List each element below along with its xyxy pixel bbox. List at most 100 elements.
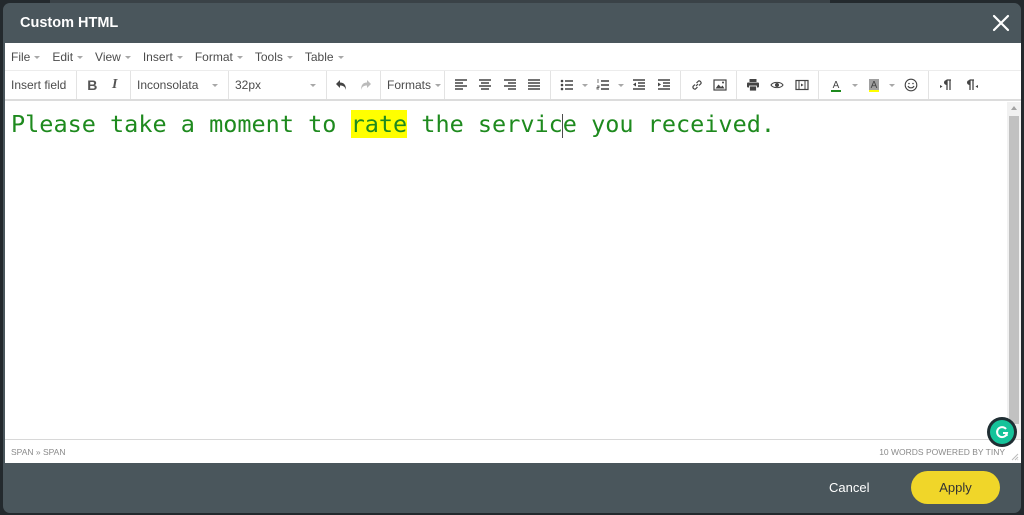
bold-icon: B [87,77,98,93]
color-group: A A [819,71,929,99]
direction-group [929,71,989,99]
chevron-down-icon [176,55,183,59]
menu-format[interactable]: Format [195,50,243,64]
highlighted-word: rate [350,110,408,138]
redo-button[interactable] [354,73,377,97]
menu-view[interactable]: View [95,50,131,64]
align-right-button[interactable] [498,73,522,97]
font-size-group: 32px [229,71,327,99]
insert-field-group: Insert field [5,71,77,99]
alignment-group [445,71,551,99]
preview-icon [770,81,785,89]
font-family-group: Inconsolata [131,71,229,99]
media-button[interactable] [790,73,814,97]
indent-button[interactable] [651,73,676,97]
undo-button[interactable] [331,73,354,97]
bullet-list-dropdown[interactable] [580,73,591,97]
menu-format-label: Format [194,49,233,64]
misc-group [737,71,819,99]
menu-file[interactable]: File [11,49,41,64]
scroll-up-icon[interactable] [1011,106,1017,110]
preview-button[interactable] [765,73,789,97]
chevron-down-icon [236,55,243,59]
emoji-icon [904,78,918,92]
chevron-down-icon [212,84,218,87]
editor-content-area[interactable]: Please take a moment to rate the service… [5,102,1007,438]
bullet-list-button[interactable] [555,73,580,97]
font-size-select[interactable]: 32px [233,73,322,97]
apply-button[interactable]: Apply [911,471,1000,504]
dialog-footer: Cancel Apply [3,463,1021,513]
chevron-down-icon [34,55,41,59]
close-icon [992,14,1010,32]
chevron-down-icon [310,84,316,87]
align-left-icon [455,79,468,90]
font-size-value: 32px [235,78,262,92]
align-left-button[interactable] [449,73,473,97]
formats-select[interactable]: Formats [385,73,447,97]
editor-menubar: File Edit View Insert Format Tools Table [5,43,1021,71]
dialog-title: Custom HTML [20,15,119,31]
close-button[interactable] [991,13,1011,33]
svg-text:A: A [870,80,877,91]
text-color-dropdown[interactable] [849,73,861,97]
chevron-down-icon [286,55,293,59]
menu-view-label: View [95,49,121,64]
scrollbar-thumb[interactable] [1009,116,1019,424]
insert-field-button[interactable]: Insert field [9,78,68,92]
print-button[interactable] [741,73,765,97]
font-family-value: Inconsolata [137,78,199,92]
numbered-list-button[interactable] [591,73,616,97]
menu-edit-label: Edit [52,49,74,64]
content-text-middle: the servic [407,110,563,138]
grammarly-button[interactable] [987,417,1017,447]
emoji-button[interactable] [898,73,924,97]
list-group [551,71,681,99]
dialog-header: Custom HTML [3,3,1021,43]
chevron-down-icon [124,55,131,59]
menu-insert[interactable]: Insert [143,50,183,64]
menu-table[interactable]: Table [305,50,344,64]
outdent-button[interactable] [627,73,652,97]
highlight-color-dropdown[interactable] [886,73,898,97]
align-center-button[interactable] [473,73,497,97]
cancel-button[interactable]: Cancel [829,480,869,495]
highlight-color-button[interactable]: A [861,73,887,97]
image-button[interactable] [709,73,733,97]
numbered-list-icon [596,79,610,90]
vertical-scrollbar[interactable] [1007,102,1021,439]
link-button[interactable] [685,73,709,97]
insert-group [681,71,737,99]
chevron-down-icon [337,55,344,59]
chevron-down-icon [851,83,858,87]
rich-text-editor: File Edit View Insert Format Tools Table… [5,43,1021,463]
text-style-group: B I [77,71,131,99]
text-color-button[interactable]: A [823,73,849,97]
resize-handle-icon[interactable] [1011,453,1019,461]
redo-icon [360,80,371,90]
chevron-down-icon [77,55,84,59]
bullet-list-icon [560,79,574,91]
font-family-select[interactable]: Inconsolata [135,73,224,97]
outdent-icon [633,79,646,90]
element-path[interactable]: SPAN » SPAN [11,447,65,457]
ltr-icon [940,79,951,90]
content-text-after: e you received. [562,110,776,138]
text-color-icon: A [830,80,841,92]
rtl-button[interactable] [959,73,985,97]
chevron-down-icon [889,83,896,87]
chevron-down-icon [435,84,442,87]
history-group [327,71,381,99]
align-center-icon [479,79,492,90]
numbered-list-dropdown[interactable] [616,73,627,97]
link-icon [692,80,702,90]
italic-button[interactable]: I [104,73,127,97]
menu-tools[interactable]: Tools [255,50,293,64]
media-icon [795,79,809,91]
menu-insert-label: Insert [142,49,173,64]
ltr-button[interactable] [933,73,959,97]
menu-file-label: File [11,49,31,64]
menu-edit[interactable]: Edit [52,49,84,64]
align-justify-button[interactable] [522,73,546,97]
bold-button[interactable]: B [81,73,104,97]
